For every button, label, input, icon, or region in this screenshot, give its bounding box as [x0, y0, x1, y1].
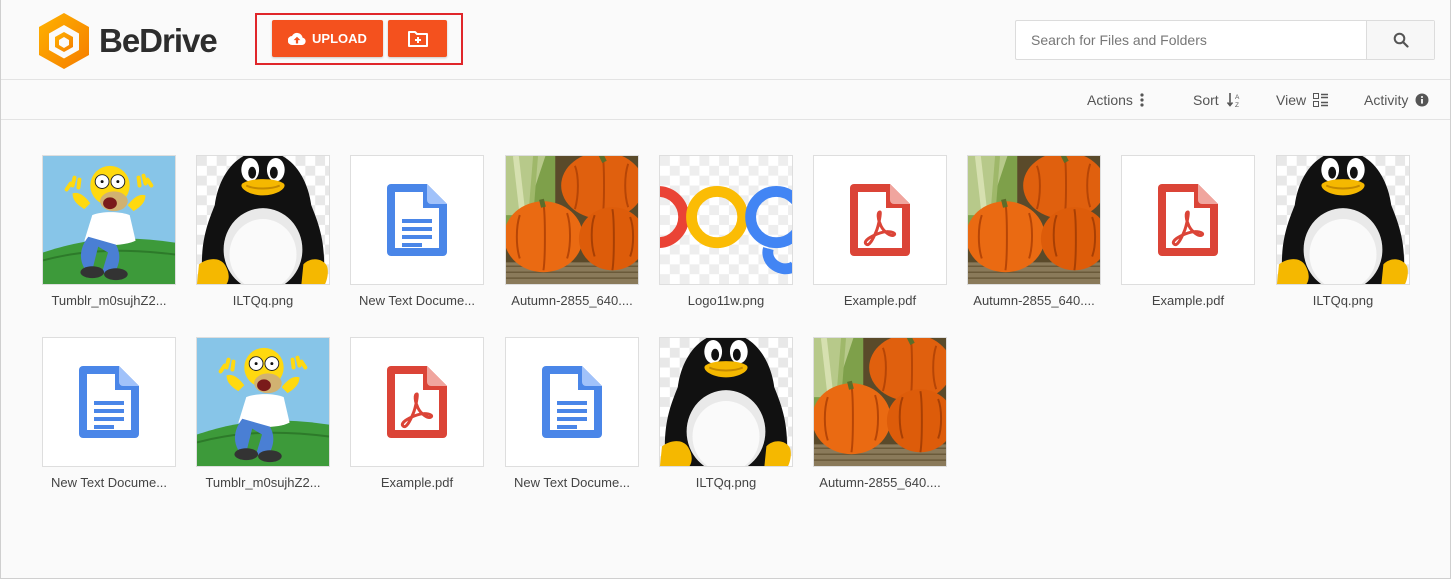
- homer-simpson-thumbnail: [197, 338, 329, 466]
- search-input[interactable]: [1016, 21, 1366, 59]
- file-item[interactable]: Example.pdf: [813, 155, 947, 308]
- search-button[interactable]: [1366, 21, 1434, 59]
- file-name: Autumn-2855_640....: [973, 293, 1095, 308]
- pdf-file-icon: [1158, 184, 1218, 256]
- file-item[interactable]: Tumblr_m0sujhZ2...: [196, 337, 330, 490]
- homer-simpson-thumbnail: [43, 156, 175, 284]
- file-thumbnail: [350, 337, 484, 467]
- activity-label: Activity: [1364, 92, 1409, 108]
- create-folder-icon: [407, 30, 428, 47]
- sort-menu[interactable]: Sort A Z: [1193, 80, 1242, 120]
- google-doc-icon: [79, 366, 139, 438]
- file-thumbnail: [813, 337, 947, 467]
- file-item[interactable]: ILTQq.png: [196, 155, 330, 308]
- file-name: Tumblr_m0sujhZ2...: [205, 475, 321, 490]
- file-name: ILTQq.png: [1312, 293, 1374, 308]
- sort-label: Sort: [1193, 92, 1219, 108]
- pumpkins-photo-thumbnail: [968, 156, 1100, 284]
- file-thumbnail: [42, 155, 176, 285]
- file-thumbnail: [813, 155, 947, 285]
- more-vertical-icon: [1140, 93, 1144, 107]
- top-header: BeDrive UPLOAD: [1, 0, 1450, 80]
- file-item[interactable]: New Text Docume...: [42, 337, 176, 490]
- file-item[interactable]: Autumn-2855_640....: [813, 337, 947, 490]
- file-item[interactable]: Logo11w.png: [659, 155, 793, 308]
- file-name: New Text Docume...: [50, 475, 168, 490]
- pumpkins-photo-thumbnail: [814, 338, 946, 466]
- view-menu[interactable]: View: [1276, 80, 1329, 120]
- search-bar: [1015, 20, 1435, 60]
- file-item[interactable]: ILTQq.png: [659, 337, 793, 490]
- app-name: BeDrive: [99, 22, 218, 59]
- file-toolbar: Actions Sort A Z View Activity: [1, 80, 1450, 120]
- file-thumbnail: [659, 337, 793, 467]
- pdf-file-icon: [387, 366, 447, 438]
- tux-penguin-thumbnail: [660, 338, 792, 466]
- file-name: New Text Docume...: [358, 293, 476, 308]
- file-name: Autumn-2855_640....: [511, 293, 633, 308]
- file-thumbnail: [196, 337, 330, 467]
- tux-penguin-thumbnail: [1277, 156, 1409, 284]
- search-icon: [1393, 32, 1409, 48]
- file-thumbnail: [967, 155, 1101, 285]
- pdf-file-icon: [850, 184, 910, 256]
- file-item[interactable]: Example.pdf: [1121, 155, 1255, 308]
- activity-toggle[interactable]: Activity: [1364, 80, 1429, 120]
- file-name: Example.pdf: [843, 293, 917, 308]
- tux-penguin-thumbnail: [197, 156, 329, 284]
- file-thumbnail: [350, 155, 484, 285]
- google-doc-icon: [387, 184, 447, 256]
- svg-text:A: A: [1235, 94, 1240, 101]
- file-thumbnail: [42, 337, 176, 467]
- google-doc-icon: [542, 366, 602, 438]
- file-item[interactable]: Autumn-2855_640....: [967, 155, 1101, 308]
- app-logo[interactable]: BeDrive: [35, 11, 218, 71]
- upload-button[interactable]: UPLOAD: [272, 20, 383, 57]
- file-item[interactable]: Tumblr_m0sujhZ2...: [42, 155, 176, 308]
- file-item[interactable]: Example.pdf: [350, 337, 484, 490]
- file-name: Example.pdf: [380, 475, 454, 490]
- sort-az-icon: A Z: [1226, 93, 1240, 108]
- file-name: Example.pdf: [1151, 293, 1225, 308]
- file-thumbnail: [505, 155, 639, 285]
- info-icon: [1415, 93, 1429, 107]
- file-item[interactable]: Autumn-2855_640....: [505, 155, 639, 308]
- file-thumbnail: [659, 155, 793, 285]
- file-thumbnail: [1276, 155, 1410, 285]
- file-thumbnail: [1121, 155, 1255, 285]
- new-folder-button[interactable]: [388, 20, 447, 57]
- file-item[interactable]: New Text Docume...: [505, 337, 639, 490]
- file-name: Autumn-2855_640....: [819, 475, 941, 490]
- bedrive-logo-icon: [39, 13, 89, 69]
- svg-text:Z: Z: [1235, 102, 1239, 108]
- actions-label: Actions: [1087, 92, 1133, 108]
- file-name: ILTQq.png: [232, 293, 294, 308]
- file-name: ILTQq.png: [695, 475, 757, 490]
- actions-menu[interactable]: Actions: [1087, 80, 1144, 120]
- google-logo-thumbnail: [660, 156, 792, 284]
- pumpkins-photo-thumbnail: [506, 156, 638, 284]
- file-name: New Text Docume...: [513, 475, 631, 490]
- upload-label: UPLOAD: [312, 31, 367, 46]
- file-name: Logo11w.png: [687, 293, 765, 308]
- file-name: Tumblr_m0sujhZ2...: [51, 293, 167, 308]
- file-item[interactable]: New Text Docume...: [350, 155, 484, 308]
- file-thumbnail: [196, 155, 330, 285]
- file-item[interactable]: ILTQq.png: [1276, 155, 1410, 308]
- cloud-upload-icon: [288, 32, 306, 45]
- file-thumbnail: [505, 337, 639, 467]
- view-grid-list-icon: [1313, 93, 1329, 107]
- view-label: View: [1276, 92, 1307, 108]
